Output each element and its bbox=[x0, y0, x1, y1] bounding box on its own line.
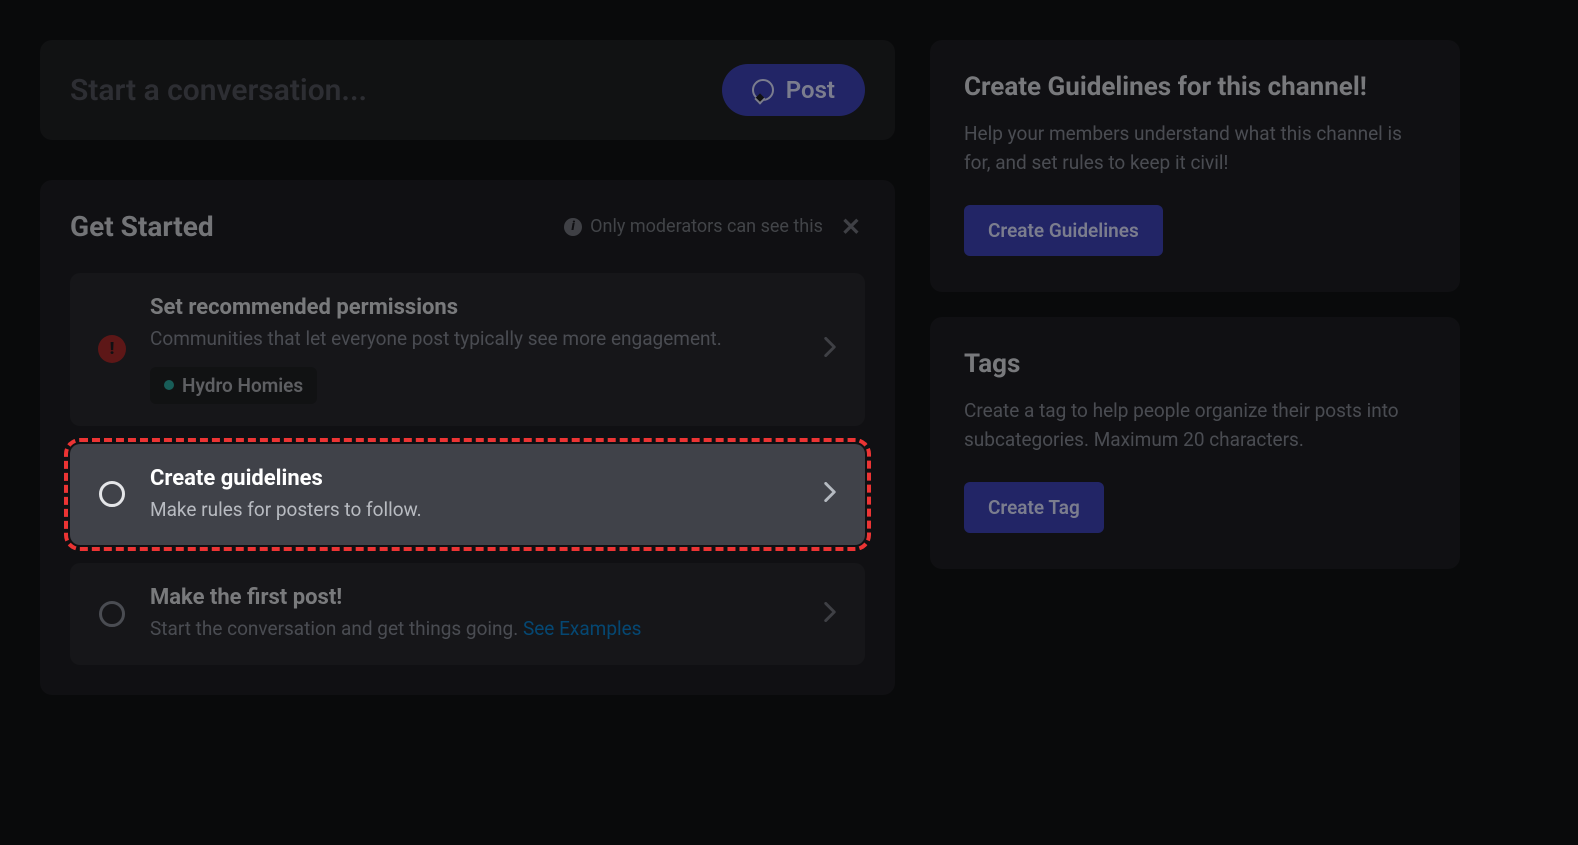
gs-item-title: Set recommended permissions bbox=[150, 295, 799, 320]
chevron-right-icon bbox=[823, 480, 837, 508]
info-icon: i bbox=[564, 218, 582, 236]
chevron-right-icon bbox=[823, 600, 837, 628]
get-started-header-right: i Only moderators can see this ✕ bbox=[564, 213, 865, 241]
tag-dot-icon bbox=[164, 380, 174, 390]
close-icon[interactable]: ✕ bbox=[837, 213, 865, 241]
unchecked-circle-icon bbox=[99, 601, 125, 627]
conversation-placeholder: Start a conversation... bbox=[70, 73, 367, 108]
moderator-only-note: i Only moderators can see this bbox=[564, 216, 823, 237]
chevron-right-icon bbox=[823, 335, 837, 363]
chat-bubble-icon bbox=[752, 79, 774, 101]
gs-item-permissions[interactable]: ! Set recommended permissions Communitie… bbox=[70, 273, 865, 426]
gs-item-title: Make the first post! bbox=[150, 585, 799, 610]
gs-item-create-guidelines[interactable]: Create guidelines Make rules for posters… bbox=[70, 444, 865, 546]
get-started-title: Get Started bbox=[70, 210, 214, 243]
guidelines-desc: Help your members understand what this c… bbox=[964, 120, 1426, 177]
gs-item-desc-text: Start the conversation and get things go… bbox=[150, 617, 518, 640]
create-guidelines-button[interactable]: Create Guidelines bbox=[964, 205, 1163, 256]
get-started-panel: Get Started i Only moderators can see th… bbox=[40, 180, 895, 695]
post-button[interactable]: Post bbox=[722, 64, 865, 116]
tags-title: Tags bbox=[964, 349, 1426, 379]
post-button-label: Post bbox=[786, 76, 835, 104]
get-started-header: Get Started i Only moderators can see th… bbox=[70, 210, 865, 243]
create-tag-button[interactable]: Create Tag bbox=[964, 482, 1104, 533]
tag-label: Hydro Homies bbox=[182, 374, 303, 397]
gs-item-first-post[interactable]: Make the first post! Start the conversat… bbox=[70, 563, 865, 665]
get-started-items: ! Set recommended permissions Communitie… bbox=[70, 273, 865, 665]
gs-item-desc: Make rules for posters to follow. bbox=[150, 497, 799, 524]
tags-desc: Create a tag to help people organize the… bbox=[964, 397, 1426, 454]
role-tag-chip: Hydro Homies bbox=[150, 367, 317, 404]
guidelines-title: Create Guidelines for this channel! bbox=[964, 72, 1426, 102]
gs-item-title: Create guidelines bbox=[150, 466, 799, 491]
gs-item-desc: Communities that let everyone post typic… bbox=[150, 326, 799, 353]
moderator-note-text: Only moderators can see this bbox=[590, 216, 823, 237]
unchecked-circle-icon bbox=[99, 481, 125, 507]
start-conversation-box[interactable]: Start a conversation... Post bbox=[40, 40, 895, 140]
guidelines-card: Create Guidelines for this channel! Help… bbox=[930, 40, 1460, 292]
see-examples-link[interactable]: See Examples bbox=[523, 617, 642, 640]
alert-icon: ! bbox=[98, 335, 126, 363]
gs-item-desc: Start the conversation and get things go… bbox=[150, 616, 799, 643]
tags-card: Tags Create a tag to help people organiz… bbox=[930, 317, 1460, 569]
